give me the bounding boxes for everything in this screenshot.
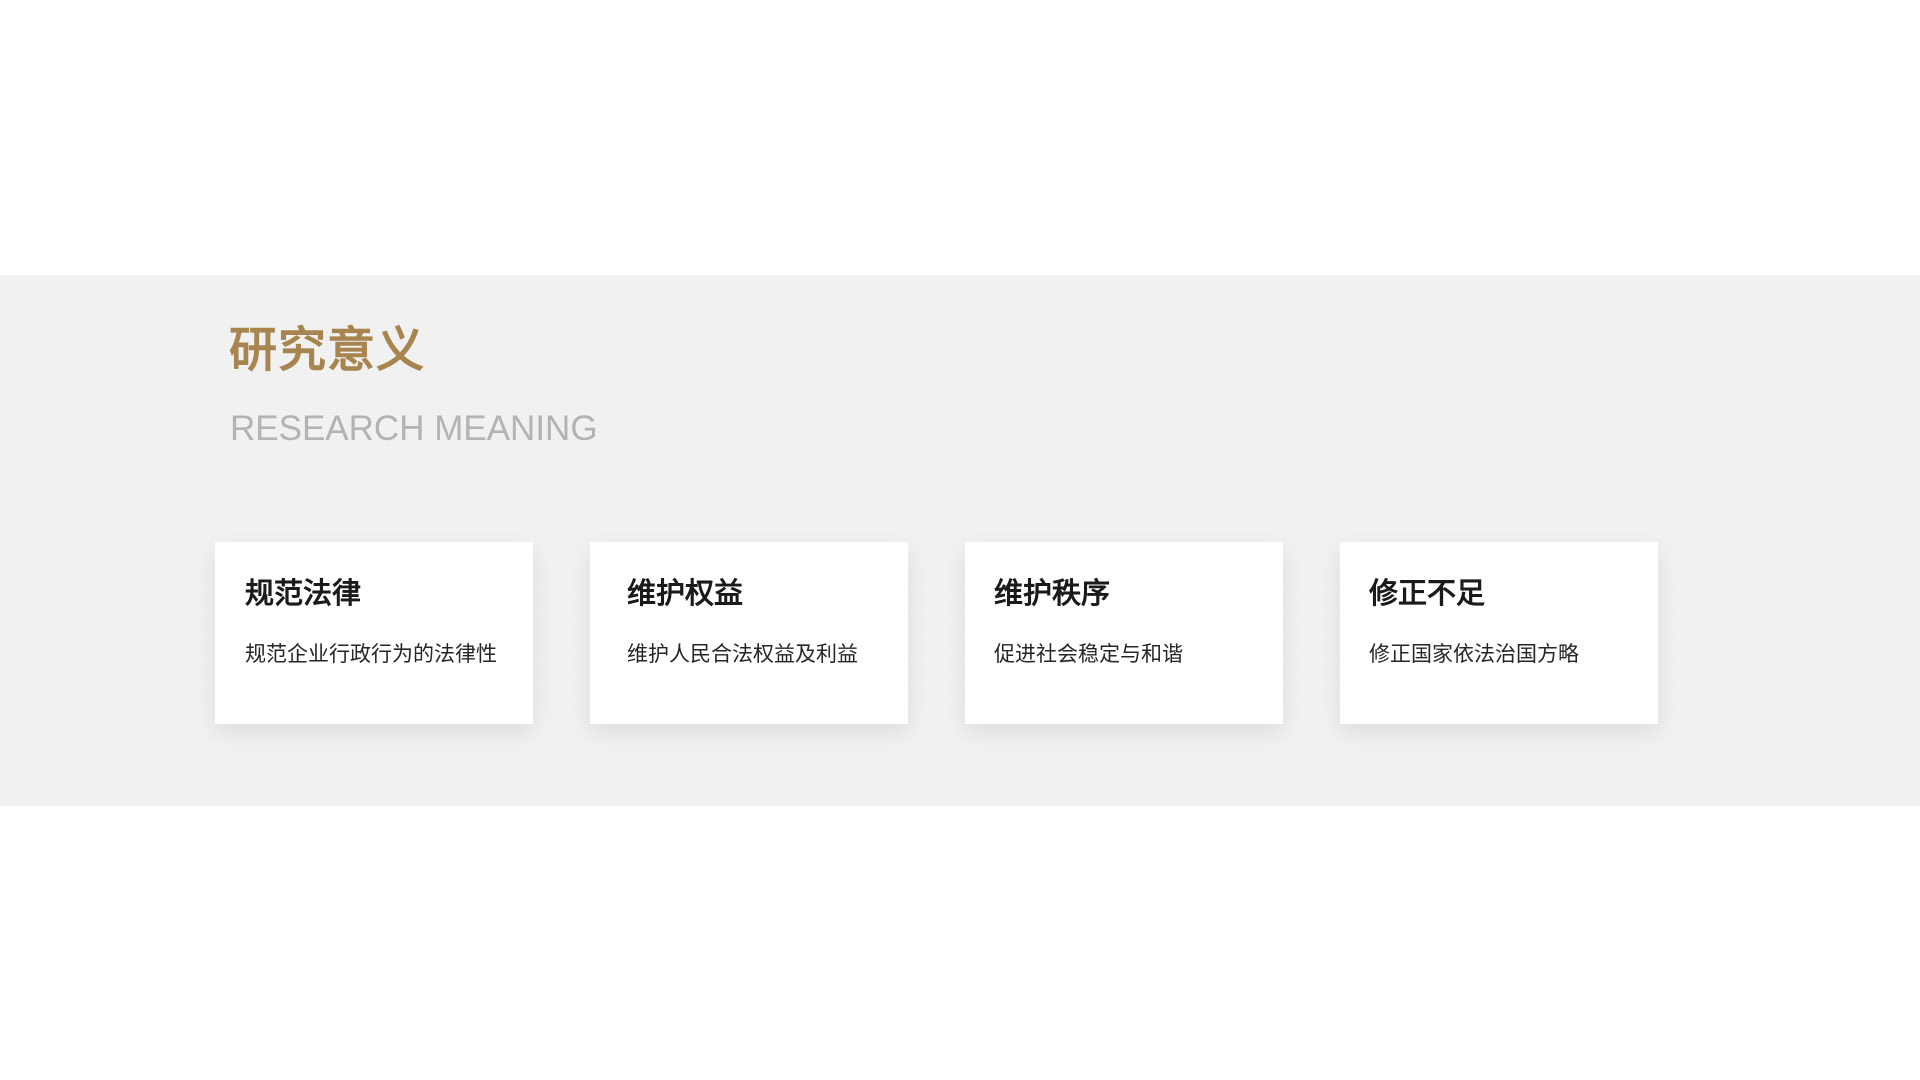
card-title: 维护秩序 (994, 576, 1111, 610)
card-regulate-law: 规范法律 规范企业行政行为的法律性 (215, 542, 533, 724)
card-text: 维护人民合法权益及利益 (627, 642, 858, 666)
card-title: 规范法律 (245, 576, 362, 610)
card-text: 修正国家依法治国方略 (1369, 642, 1579, 666)
card-correct-deficiencies: 修正不足 修正国家依法治国方略 (1340, 542, 1658, 724)
section-subtitle: RESEARCH MEANING (230, 409, 598, 448)
card-title: 修正不足 (1369, 576, 1486, 610)
card-text: 促进社会稳定与和谐 (994, 642, 1183, 666)
section-title: 研究意义 (229, 322, 426, 378)
card-protect-rights: 维护权益 维护人民合法权益及利益 (590, 542, 908, 724)
card-text: 规范企业行政行为的法律性 (245, 642, 497, 666)
card-maintain-order: 维护秩序 促进社会稳定与和谐 (965, 542, 1283, 724)
slide: 研究意义 RESEARCH MEANING 规范法律 规范企业行政行为的法律性 … (0, 0, 1920, 1080)
card-title: 维护权益 (627, 576, 744, 610)
